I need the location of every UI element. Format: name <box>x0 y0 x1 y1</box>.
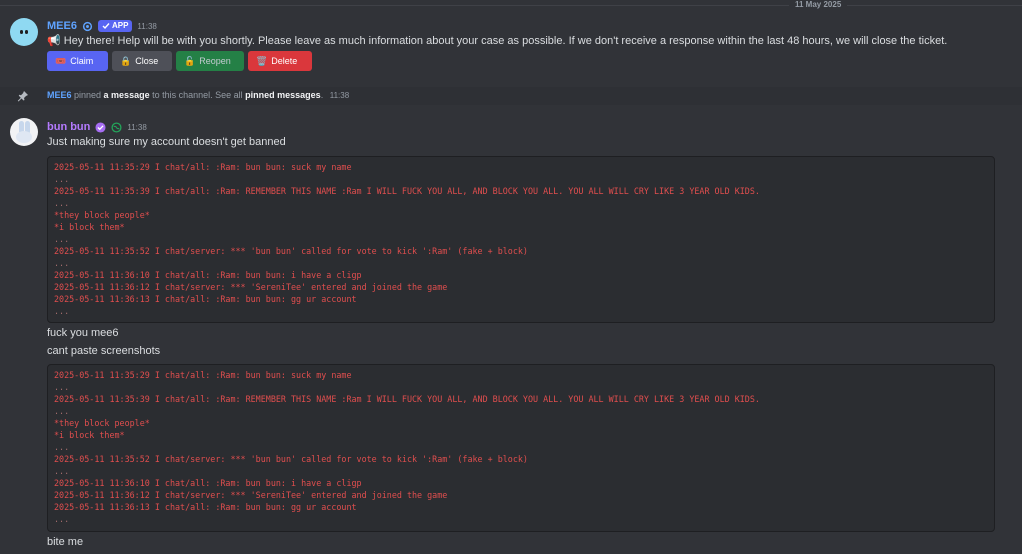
code-block-1[interactable]: 2025-05-11 11:35:29 I chat/all: :Ram: bu… <box>47 156 995 323</box>
delete-button[interactable]: 🗑️ Delete <box>248 51 312 71</box>
code-line: 2025-05-11 11:36:13 I chat/all: :Ram: bu… <box>54 502 357 512</box>
ticket-icon: 🎟️ <box>55 55 67 66</box>
mee6-gear-icon <box>82 21 93 31</box>
mee6-author-name[interactable]: MEE6 <box>47 20 77 32</box>
reopen-button-label: Reopen <box>199 56 231 66</box>
mee6-timestamp: 11:38 <box>137 21 157 31</box>
code-line: ... <box>54 306 70 316</box>
bunny-face <box>16 131 32 143</box>
pin-notice-text: MEE6 pinned a message to this channel. S… <box>47 90 349 100</box>
code-line: ... <box>54 234 70 244</box>
code-line: 2025-05-11 11:35:39 I chat/all: :Ram: RE… <box>54 394 760 404</box>
pin-icon <box>17 91 28 102</box>
code-line: 2025-05-11 11:36:10 I chat/all: :Ram: bu… <box>54 270 362 280</box>
code-line: ... <box>54 514 70 524</box>
app-badge-label: APP <box>111 21 129 30</box>
verified-badge-icon <box>95 121 106 133</box>
bun-message-line-1: Just making sure my account doesn't get … <box>47 136 286 148</box>
pinned-messages-link[interactable]: pinned messages <box>245 90 321 100</box>
bun-message-line-4: bite me <box>47 536 84 548</box>
date-divider: 11 May 2025 <box>0 0 1022 10</box>
pin-text-1: pinned <box>71 90 104 100</box>
code-line: 2025-05-11 11:35:29 I chat/all: :Ram: bu… <box>54 162 352 172</box>
close-button-label: Close <box>135 56 159 66</box>
code-line: 2025-05-11 11:35:39 I chat/all: :Ram: RE… <box>54 186 760 196</box>
code-line: ... <box>54 258 70 268</box>
pin-actor-name[interactable]: MEE6 <box>47 90 72 100</box>
claim-button-label: Claim <box>70 56 94 66</box>
code-line: 2025-05-11 11:35:52 I chat/server: *** '… <box>54 246 528 256</box>
bun-message-line-3: cant paste screenshots <box>47 345 161 357</box>
mee6-avatar[interactable] <box>10 18 38 46</box>
code-line: 2025-05-11 11:36:10 I chat/all: :Ram: bu… <box>54 478 362 488</box>
checkmark-icon <box>102 23 110 30</box>
code-line: *i block them* <box>54 222 125 232</box>
code-line: *they block people* <box>54 210 150 220</box>
code-line: *i block them* <box>54 430 125 440</box>
date-divider-text: 11 May 2025 <box>789 0 848 10</box>
lock-icon: 🔒 <box>120 55 132 66</box>
bun-bun-avatar[interactable] <box>10 118 38 146</box>
unlock-icon: 🔓 <box>184 55 196 66</box>
app-badge: APP <box>97 20 133 32</box>
bun-message-line-2: fuck you mee6 <box>47 327 119 339</box>
code-line: *they block people* <box>54 418 150 428</box>
trash-icon: 🗑️ <box>256 55 268 66</box>
code-line: 2025-05-11 11:35:29 I chat/all: :Ram: bu… <box>54 370 352 380</box>
code-line: 2025-05-11 11:35:52 I chat/server: *** '… <box>54 454 528 464</box>
code-line: ... <box>54 382 70 392</box>
pin-text-3: . <box>320 90 324 100</box>
mee6-message-header: MEE6 APP 11:38 <box>47 19 157 33</box>
pin-timestamp: 11:38 <box>329 91 350 100</box>
bun-message-header: bun bun 11:38 <box>47 120 147 134</box>
code-block-2[interactable]: 2025-05-11 11:35:29 I chat/all: :Ram: bu… <box>47 364 995 532</box>
mee6-message-text: 📢 Hey there! Help will be with you short… <box>47 35 948 47</box>
code-line: ... <box>54 174 70 184</box>
globe-icon <box>111 121 122 133</box>
reopen-button[interactable]: 🔓 Reopen <box>176 51 244 71</box>
close-button[interactable]: 🔒 Close <box>112 51 172 71</box>
bun-timestamp: 11:38 <box>127 122 147 132</box>
pin-system-message: MEE6 pinned a message to this channel. S… <box>0 87 1022 105</box>
code-line: 2025-05-11 11:36:13 I chat/all: :Ram: bu… <box>54 294 357 304</box>
code-line: 2025-05-11 11:36:12 I chat/server: *** '… <box>54 282 448 292</box>
code-line: ... <box>54 466 70 476</box>
pinned-message-link[interactable]: a message <box>104 90 150 100</box>
code-line: ... <box>54 406 70 416</box>
code-line: 2025-05-11 11:36:12 I chat/server: *** '… <box>54 490 448 500</box>
pin-text-2: to this channel. See all <box>149 90 246 100</box>
divider-line <box>0 5 1022 6</box>
claim-button[interactable]: 🎟️ Claim <box>47 51 108 71</box>
bun-author-name[interactable]: bun bun <box>47 121 90 133</box>
code-line: ... <box>54 198 70 208</box>
code-line: ... <box>54 442 70 452</box>
delete-button-label: Delete <box>271 56 298 66</box>
ticket-action-buttons: 🎟️ Claim 🔒 Close 🔓 Reopen 🗑️ Delete <box>47 51 312 71</box>
